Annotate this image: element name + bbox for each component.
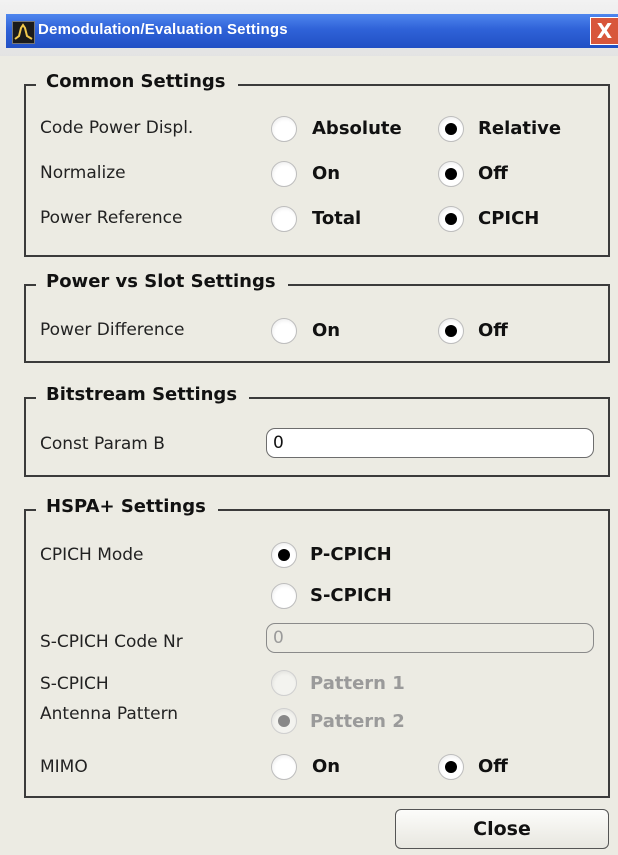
analyzer-icon — [12, 21, 35, 44]
power-ref-total-label[interactable]: Total — [312, 208, 361, 229]
close-button[interactable]: Close — [395, 809, 609, 849]
power-reference-label: Power Reference — [40, 208, 183, 228]
code-power-relative-label[interactable]: Relative — [478, 118, 561, 139]
normalize-off-label[interactable]: Off — [478, 163, 508, 184]
code-power-label: Code Power Displ. — [40, 118, 194, 138]
cpich-mode-s-radio[interactable] — [271, 583, 297, 609]
mimo-off-label[interactable]: Off — [478, 756, 508, 777]
const-param-input[interactable]: 0 — [266, 428, 594, 458]
power-ref-cpich-label[interactable]: CPICH — [478, 208, 539, 229]
hspa-settings-title: HSPA+ Settings — [36, 496, 218, 517]
close-window-button[interactable]: X — [590, 17, 618, 45]
mimo-on-radio[interactable] — [271, 754, 297, 780]
window-title: Demodulation/Evaluation Settings — [38, 21, 288, 38]
code-power-absolute-label[interactable]: Absolute — [312, 118, 402, 139]
power-vs-slot-title: Power vs Slot Settings — [36, 271, 288, 292]
cpich-mode-p-radio[interactable] — [271, 542, 297, 568]
antenna-pattern1-radio[interactable] — [271, 670, 297, 696]
antenna-pattern2-radio[interactable] — [271, 708, 297, 734]
power-diff-on-label[interactable]: On — [312, 320, 340, 341]
normalize-on-label[interactable]: On — [312, 163, 340, 184]
mimo-label: MIMO — [40, 757, 88, 777]
normalize-label: Normalize — [40, 163, 126, 183]
power-ref-total-radio[interactable] — [271, 206, 297, 232]
power-diff-off-label[interactable]: Off — [478, 320, 508, 341]
power-diff-off-radio[interactable] — [438, 318, 464, 344]
power-difference-label: Power Difference — [40, 320, 185, 340]
mimo-off-radio[interactable] — [438, 754, 464, 780]
scpich-code-label: S-CPICH Code Nr — [40, 632, 183, 652]
code-power-absolute-radio[interactable] — [271, 116, 297, 142]
cpich-mode-p-label[interactable]: P-CPICH — [310, 544, 392, 565]
normalize-on-radio[interactable] — [271, 161, 297, 187]
normalize-off-radio[interactable] — [438, 161, 464, 187]
antenna-pattern1-label[interactable]: Pattern 1 — [310, 673, 405, 694]
title-bar: Demodulation/Evaluation Settings X — [0, 0, 618, 56]
power-ref-cpich-radio[interactable] — [438, 206, 464, 232]
common-settings-title: Common Settings — [36, 71, 238, 92]
const-param-label: Const Param B — [40, 434, 165, 454]
antenna-label-line1: S-CPICH — [40, 674, 109, 694]
bitstream-settings-title: Bitstream Settings — [36, 384, 250, 405]
cpich-mode-label: CPICH Mode — [40, 545, 144, 565]
antenna-pattern2-label[interactable]: Pattern 2 — [310, 711, 405, 732]
code-power-relative-radio[interactable] — [438, 116, 464, 142]
mimo-on-label[interactable]: On — [312, 756, 340, 777]
antenna-label-line2: Antenna Pattern — [40, 704, 179, 724]
scpich-code-input[interactable]: 0 — [266, 623, 594, 653]
power-diff-on-radio[interactable] — [271, 318, 297, 344]
cpich-mode-s-label[interactable]: S-CPICH — [310, 585, 392, 606]
close-icon: X — [596, 19, 613, 43]
